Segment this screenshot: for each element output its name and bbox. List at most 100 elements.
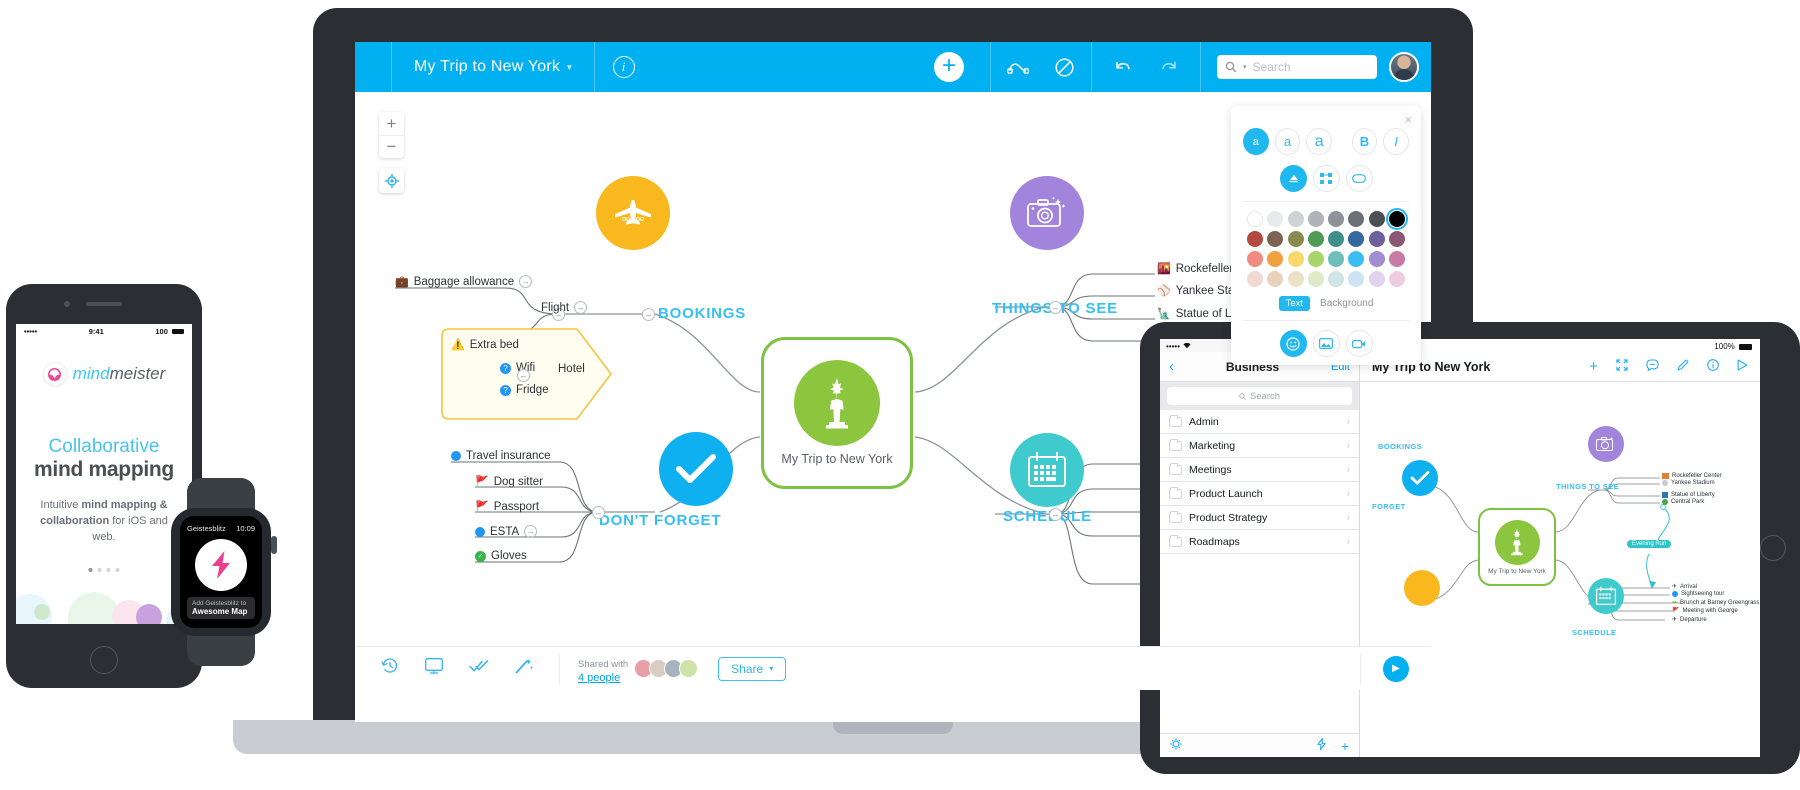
swatch[interactable] [1307, 251, 1324, 267]
swatch[interactable] [1247, 251, 1263, 267]
no-entry-icon[interactable] [1049, 52, 1079, 82]
ipad-branch-label-bookings[interactable]: BOOKINGS [1378, 442, 1422, 451]
task-icon[interactable] [469, 659, 489, 678]
swatch[interactable] [1247, 211, 1263, 227]
zoom-out-button[interactable]: − [379, 135, 404, 158]
ipad-connection-label[interactable]: Evening Run [1627, 540, 1672, 548]
image-icon[interactable] [1312, 330, 1340, 357]
shared-with-link[interactable]: 4 people [578, 672, 628, 684]
avatar[interactable] [1389, 52, 1419, 82]
page-dot[interactable] [97, 568, 102, 572]
ipad-branch-bubble-schedule[interactable] [1588, 578, 1624, 614]
node-dog-sitter[interactable]: 🚩 Dog sitter [475, 475, 543, 489]
node-extra-bed[interactable]: ⚠️ Extra bed [451, 338, 519, 352]
swatch[interactable] [1368, 271, 1385, 287]
swatch[interactable] [1368, 251, 1385, 267]
ipad-branch-label-forget[interactable]: FORGET [1372, 502, 1406, 511]
swatch[interactable] [1328, 251, 1344, 267]
emoji-icon[interactable] [1279, 330, 1307, 357]
map-title-menu[interactable]: My Trip to New York ▾ [392, 42, 594, 92]
ipad-branch-bubble-dont-forget[interactable] [1402, 460, 1438, 496]
close-icon[interactable]: × [1404, 112, 1412, 127]
info-icon[interactable] [1707, 358, 1719, 376]
italic-button[interactable]: I [1383, 128, 1410, 155]
swatch[interactable] [1267, 231, 1284, 247]
ipad-branch-label-schedule[interactable]: SCHEDULE [1572, 628, 1616, 637]
ipad-node-rockefeller[interactable]: Rockefeller Center [1662, 473, 1722, 479]
map-info-button[interactable]: i [595, 42, 653, 92]
font-size-small-button[interactable]: a [1243, 128, 1269, 155]
flash-icon[interactable] [1316, 737, 1327, 755]
node-travel-insurance[interactable]: Travel insurance [451, 450, 551, 462]
page-dot-active[interactable] [88, 568, 93, 572]
font-size-medium-button[interactable]: a [1274, 128, 1301, 155]
ipad-node-arrival[interactable]: ✈ Arrival [1672, 583, 1697, 591]
swatch[interactable] [1368, 211, 1385, 227]
branch-label-dont-forget[interactable]: DON'T FORGET [599, 512, 721, 529]
branch-label-bookings[interactable]: BOOKINGS [658, 305, 746, 322]
ipad-node-brunch[interactable]: ➡ Brunch at Barney Greengrass [1672, 599, 1759, 607]
center-map-button[interactable] [379, 168, 404, 193]
share-button[interactable]: Share ▾ [718, 656, 787, 681]
swatch[interactable] [1368, 231, 1385, 247]
collapse-toggle-bookings[interactable]: – [642, 308, 655, 321]
page-dot[interactable] [106, 568, 111, 572]
node-gloves[interactable]: ✓ Gloves [475, 550, 527, 562]
swatch[interactable] [1267, 211, 1284, 227]
ipad-node-central-park[interactable]: Central Park [1662, 499, 1704, 505]
collapse-toggle-hotel[interactable]: – [517, 369, 530, 382]
node-baggage-allowance[interactable]: 💼 Baggage allowance → [395, 275, 533, 288]
sidebar-item-product-launch[interactable]: Product Launch › [1160, 482, 1359, 506]
node-esta[interactable]: ESTA → [475, 525, 538, 538]
sidebar-item-roadmaps[interactable]: Roadmaps › [1160, 530, 1359, 554]
swatch[interactable] [1287, 211, 1304, 227]
ipad-root-node[interactable]: My Trip to New York [1478, 508, 1556, 586]
bold-button[interactable]: B [1351, 128, 1378, 155]
ipad-node-yankee[interactable]: Yankee Stadium [1662, 480, 1715, 486]
node-fridge[interactable]: ? Fridge [500, 384, 549, 396]
avatar[interactable] [679, 659, 699, 678]
node-passport[interactable]: 🚩 Passport [475, 500, 539, 514]
collapse-toggle-schedule[interactable]: – [1049, 508, 1062, 521]
swatch[interactable] [1267, 271, 1284, 287]
branch-bubble-bookings[interactable] [596, 176, 670, 250]
swatch[interactable] [1388, 271, 1405, 287]
collapse-toggle-dont-forget[interactable]: – [592, 506, 605, 519]
sidebar-item-marketing[interactable]: Marketing › [1160, 434, 1359, 458]
back-button[interactable]: ‹ [1169, 358, 1174, 375]
zoom-in-button[interactable]: + [379, 112, 404, 135]
swatch[interactable] [1287, 231, 1304, 247]
sidebar-item-admin[interactable]: Admin › [1160, 410, 1359, 434]
ipad-mindmap-canvas[interactable]: FORGET BOOKINGS My Trip to New York THIN… [1360, 382, 1760, 757]
swatch[interactable] [1388, 231, 1405, 247]
ipad-branch-bubble-things-to-see[interactable] [1588, 426, 1624, 462]
history-icon[interactable] [381, 657, 399, 680]
branch-bubble-schedule[interactable] [1010, 433, 1084, 507]
swatch[interactable] [1287, 271, 1304, 287]
arrow-right-icon[interactable]: → [524, 525, 538, 538]
arrow-right-icon[interactable]: → [519, 275, 533, 288]
collapse-toggle-things-to-see[interactable]: – [1049, 301, 1062, 314]
ipad-branch-bubble-bookings[interactable] [1404, 570, 1440, 606]
collapse-icon[interactable] [1616, 358, 1628, 376]
font-size-large-button[interactable]: a [1306, 128, 1333, 155]
branch-bubble-dont-forget[interactable] [659, 432, 733, 506]
search-field[interactable]: ▾ Search [1217, 55, 1377, 79]
layout-icon[interactable] [1312, 165, 1340, 192]
add-node-button[interactable]: + [908, 42, 990, 92]
undo-icon[interactable] [1108, 52, 1138, 82]
swatch[interactable] [1388, 251, 1405, 267]
ipad-node-meeting[interactable]: 🚩 Meeting with George [1672, 607, 1738, 615]
branch-label-schedule[interactable]: SCHEDULE [1003, 508, 1092, 525]
iphone-home-button[interactable] [90, 646, 118, 674]
ipad-node-departure[interactable]: ✈ Departure [1672, 616, 1707, 624]
video-icon[interactable] [1345, 330, 1373, 357]
swatch[interactable] [1348, 251, 1365, 267]
comment-icon[interactable] [1646, 358, 1659, 376]
branch-bubble-things-to-see[interactable] [1010, 176, 1084, 250]
search-input[interactable]: Search [1167, 387, 1352, 405]
pen-icon[interactable] [1677, 358, 1689, 376]
connection-icon[interactable] [1003, 52, 1033, 82]
swatch[interactable] [1287, 251, 1304, 267]
watch-notification-card[interactable]: Add Geistesblitz to Awesome Map [187, 597, 255, 619]
